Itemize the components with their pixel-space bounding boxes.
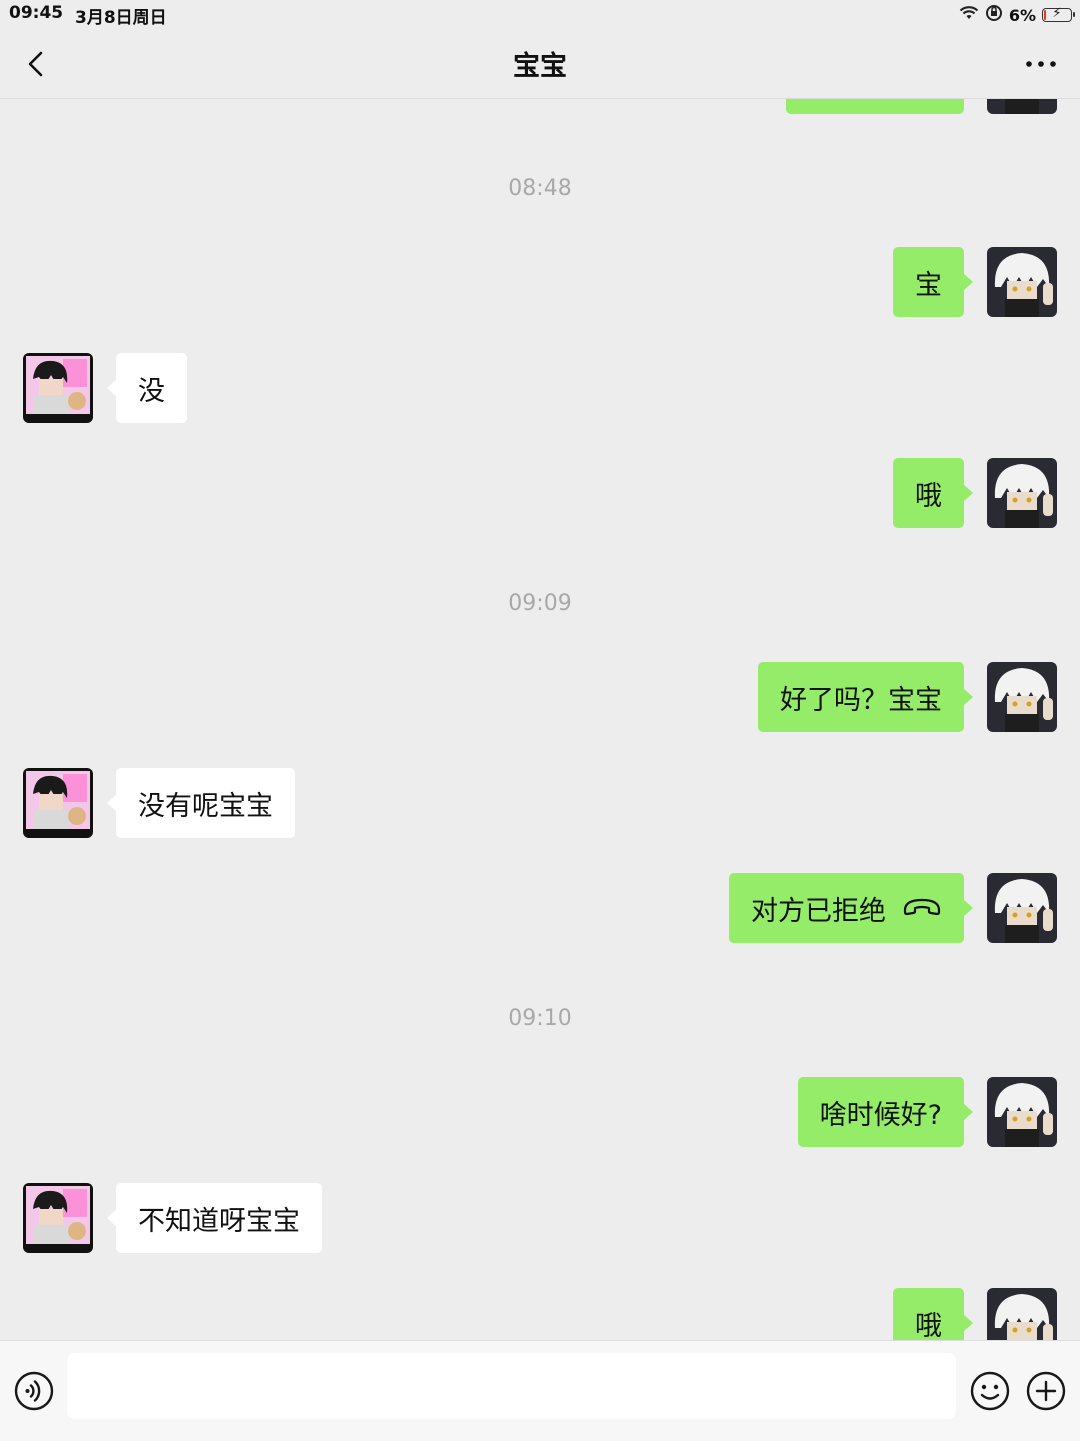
my-avatar[interactable] [987,458,1057,528]
message-text: 没有呢宝宝 [138,790,273,822]
call-declined-bubble[interactable]: 对方已拒绝 [729,873,973,943]
plus-icon[interactable] [1026,1371,1066,1411]
sent-message-bubble[interactable]: 啥时候好? [797,1077,974,1147]
contact-avatar[interactable] [23,353,93,423]
nav-bar: 宝宝 [0,28,1080,99]
battery-icon: ⚡ [1042,6,1075,22]
contact-avatar[interactable] [23,1183,93,1253]
my-avatar[interactable] [987,247,1057,317]
status-indicators: 6% ⚡ [959,4,1075,26]
message-text: 啥时候好? [819,1099,942,1131]
chat-title: 宝宝 [513,51,567,82]
contact-avatar[interactable] [23,768,93,838]
timestamp: 08:48 [508,176,572,201]
sent-message-bubble[interactable]: 哦 [893,1288,973,1341]
input-bar [0,1340,1080,1441]
sent-message-bubble[interactable]: 好了吗？宝宝 [758,662,973,732]
message-text: 哦 [915,1310,942,1341]
status-date: 3月8日周日 [75,8,167,28]
status-bar: 09:45 3月8日周日 6% ⚡ [0,0,1080,28]
my-avatar[interactable] [987,662,1057,732]
status-time: 09:45 [9,3,64,23]
chat-messages[interactable]: 08:48 宝 没 哦 09:09 好了吗？宝宝 没有呢宝宝 对方已拒绝 09:… [0,98,1080,1340]
my-avatar[interactable] [987,1077,1057,1147]
sent-message-bubble[interactable]: 哦 [893,458,973,528]
message-text: 哦 [915,480,942,512]
received-message-bubble[interactable]: 不知道呀宝宝 [107,1183,322,1253]
wifi-icon [959,5,979,25]
message-text: 没 [138,375,165,407]
more-icon[interactable] [1024,48,1058,80]
message-text: 好了吗？宝宝 [780,684,942,716]
sent-message-bubble[interactable]: 宝 [893,247,973,317]
my-avatar[interactable] [987,98,1057,114]
hangup-icon [902,893,942,924]
my-avatar[interactable] [987,1288,1057,1340]
message-input[interactable] [67,1353,956,1419]
message-text: 对方已拒绝 [751,895,886,927]
voice-icon[interactable] [14,1371,54,1411]
message-text: 宝 [915,269,942,301]
emoji-icon[interactable] [970,1371,1010,1411]
received-message-bubble[interactable]: 没有呢宝宝 [107,768,295,838]
my-avatar[interactable] [987,873,1057,943]
received-message-bubble[interactable]: 没 [107,353,187,423]
battery-percent: 6% [1008,5,1036,25]
timestamp: 09:10 [508,1006,572,1031]
orientation-lock-icon [985,4,1003,26]
message-bubble-partial[interactable] [786,98,964,114]
timestamp: 09:09 [508,591,572,616]
message-text: 不知道呀宝宝 [138,1205,300,1237]
